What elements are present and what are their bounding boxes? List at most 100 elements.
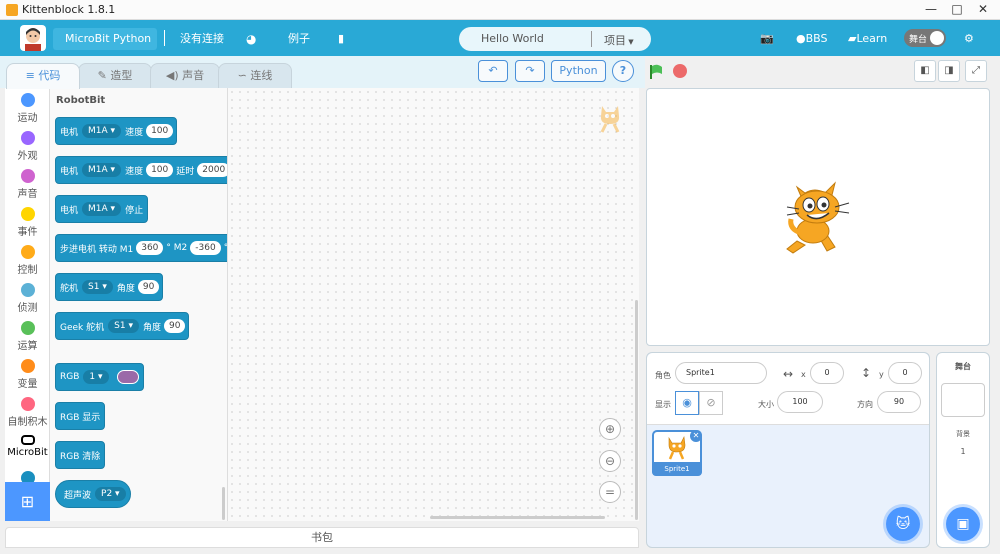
pin-dropdown[interactable]: P2 ▾ bbox=[95, 487, 126, 501]
delete-sprite-button[interactable]: ✕ bbox=[690, 430, 702, 442]
servo-dropdown[interactable]: S1 ▾ bbox=[82, 280, 113, 294]
small-stage-button[interactable]: ◧ bbox=[914, 60, 936, 82]
stop-icon[interactable] bbox=[673, 64, 687, 78]
tab-wiring[interactable]: ∽ 连线 bbox=[218, 63, 292, 89]
block-text: ° M2 bbox=[166, 243, 188, 253]
ultrasonic-block[interactable]: 超声波 P2 ▾ bbox=[55, 480, 131, 508]
category-control[interactable]: 控制 bbox=[5, 245, 50, 276]
sprite-name-input[interactable]: Sprite1 bbox=[675, 362, 767, 384]
help-button[interactable]: ? bbox=[612, 60, 634, 82]
motor-speed-delay-block[interactable]: 电机 M1A ▾ 速度 100 延时 2000 bbox=[55, 156, 227, 184]
motor-dropdown[interactable]: M1A ▾ bbox=[82, 163, 122, 177]
category-sensing[interactable]: 侦测 bbox=[5, 283, 50, 314]
rgb-clear-block[interactable]: RGB 清除 bbox=[55, 441, 106, 469]
category-menu: 运动 外观 声音 事件 控制 侦测 运算 变量 自制积木 MicroBit bbox=[5, 88, 50, 521]
minimize-button[interactable]: — bbox=[918, 0, 944, 18]
m1-angle-input[interactable]: 360 bbox=[136, 241, 164, 255]
backpack[interactable]: 书包 bbox=[5, 527, 639, 548]
category-dot bbox=[20, 359, 35, 373]
tab-code[interactable]: ≡ 代码 bbox=[6, 63, 80, 89]
y-input[interactable]: 0 bbox=[888, 362, 922, 384]
geek-servo-block[interactable]: Geek 舵机 S1 ▾ 角度 90 bbox=[55, 312, 190, 340]
rgb-show-block[interactable]: RGB 显示 bbox=[55, 402, 106, 430]
globe-icon[interactable]: ◕ bbox=[246, 28, 256, 50]
category-looks[interactable]: 外观 bbox=[5, 131, 50, 162]
add-sprite-button[interactable]: 🐱 bbox=[886, 507, 920, 541]
connection-status[interactable]: 没有连接 bbox=[180, 28, 224, 50]
code-workspace[interactable]: ⊕ ⊖ = bbox=[228, 88, 639, 521]
block-text: RGB bbox=[60, 372, 80, 382]
python-button[interactable]: Python bbox=[551, 60, 606, 82]
project-menu-label: 项目 bbox=[604, 34, 626, 47]
color-swatch[interactable] bbox=[116, 370, 139, 384]
category-dot bbox=[20, 321, 35, 335]
m2-angle-input[interactable]: -360 bbox=[190, 241, 221, 255]
gear-icon[interactable]: ⚙ bbox=[964, 28, 974, 50]
maximize-button[interactable]: □ bbox=[944, 0, 970, 18]
size-input[interactable]: 100 bbox=[777, 391, 823, 413]
motor-dropdown[interactable]: M1A ▾ bbox=[82, 202, 122, 216]
stepper-block[interactable]: 步进电机 转动 M1 360 ° M2 -360 ° bbox=[55, 234, 227, 262]
servo-dropdown[interactable]: S1 ▾ bbox=[108, 319, 139, 333]
bbs-link[interactable]: ●BBS bbox=[796, 28, 828, 50]
sprite-thumbnail[interactable]: ✕ Sprite1 bbox=[652, 430, 702, 476]
angle-input[interactable]: 90 bbox=[137, 280, 160, 294]
project-name-input[interactable]: Hello World bbox=[481, 32, 544, 45]
stage[interactable] bbox=[646, 88, 990, 346]
divider bbox=[164, 30, 165, 46]
show-visible-button[interactable]: ◉ bbox=[675, 391, 699, 415]
category-dot bbox=[20, 131, 35, 145]
camera-icon[interactable]: 📷 bbox=[760, 28, 774, 50]
project-menu[interactable]: 项目 ▼ bbox=[604, 32, 634, 48]
palette-scrollbar[interactable] bbox=[222, 487, 225, 520]
delay-input[interactable]: 2000 bbox=[197, 163, 227, 177]
motor-dropdown[interactable]: M1A ▾ bbox=[82, 124, 122, 138]
undo-button[interactable]: ↶ bbox=[478, 60, 508, 82]
learn-link[interactable]: ▰Learn bbox=[848, 28, 887, 50]
motor-stop-block[interactable]: 电机 M1A ▾ 停止 bbox=[55, 195, 149, 223]
workspace-hscrollbar[interactable] bbox=[430, 516, 605, 519]
close-button[interactable]: ✕ bbox=[970, 0, 996, 18]
workspace-vscrollbar[interactable] bbox=[635, 300, 638, 520]
x-input[interactable]: 0 bbox=[810, 362, 844, 384]
servo-block[interactable]: 舵机 S1 ▾ 角度 90 bbox=[55, 273, 164, 301]
direction-input[interactable]: 90 bbox=[877, 391, 921, 413]
category-sound[interactable]: 声音 bbox=[5, 169, 50, 200]
zoom-out-button[interactable]: ⊖ bbox=[599, 450, 621, 472]
rgb-index-dropdown[interactable]: 1 ▾ bbox=[83, 370, 109, 384]
category-label: 运动 bbox=[17, 113, 38, 124]
category-my-blocks[interactable]: 自制积木 bbox=[5, 397, 50, 428]
tab-wiring-label: 连线 bbox=[250, 69, 273, 82]
cat-sprite[interactable] bbox=[783, 179, 855, 257]
speed-input[interactable]: 100 bbox=[146, 124, 174, 138]
zoom-reset-button[interactable]: = bbox=[599, 481, 621, 503]
fullscreen-button[interactable]: ⤢ bbox=[965, 60, 987, 82]
normal-stage-button[interactable]: ◨ bbox=[938, 60, 960, 82]
title-bar: Kittenblock 1.8.1 — □ ✕ bbox=[0, 0, 1000, 20]
add-extension-button[interactable]: ⊞ bbox=[5, 482, 50, 521]
category-events[interactable]: 事件 bbox=[5, 207, 50, 238]
category-motion[interactable]: 运动 bbox=[5, 93, 50, 124]
stage-toggle[interactable]: 舞台 bbox=[904, 29, 946, 47]
avatar[interactable] bbox=[20, 25, 46, 51]
chat-icon: ● bbox=[796, 32, 806, 45]
redo-button[interactable]: ↷ bbox=[515, 60, 545, 82]
tab-sounds[interactable]: ◀) 声音 bbox=[150, 63, 220, 89]
zoom-in-button[interactable]: ⊕ bbox=[599, 418, 621, 440]
tab-costumes[interactable]: ✎ 造型 bbox=[78, 63, 152, 89]
rgb-color-block[interactable]: RGB 1 ▾ bbox=[55, 363, 144, 391]
green-flag-icon[interactable] bbox=[648, 63, 666, 81]
category-microbit[interactable]: MicroBit bbox=[5, 435, 50, 458]
add-backdrop-button[interactable]: ▣ bbox=[946, 507, 980, 541]
speed-input[interactable]: 100 bbox=[146, 163, 174, 177]
stage-thumbnail[interactable] bbox=[941, 383, 985, 417]
examples-menu[interactable]: 例子 bbox=[288, 28, 310, 50]
motor-speed-block[interactable]: 电机 M1A ▾ 速度 100 bbox=[55, 117, 178, 145]
device-menu[interactable]: MicroBit Python ▼ bbox=[53, 28, 157, 67]
file-icon[interactable]: ▮ bbox=[338, 28, 344, 50]
device-label: MicroBit Python bbox=[65, 32, 152, 45]
category-operators[interactable]: 运算 bbox=[5, 321, 50, 352]
category-variables[interactable]: 变量 bbox=[5, 359, 50, 390]
angle-input[interactable]: 90 bbox=[163, 319, 186, 333]
show-hidden-button[interactable]: ⊘ bbox=[699, 391, 723, 415]
